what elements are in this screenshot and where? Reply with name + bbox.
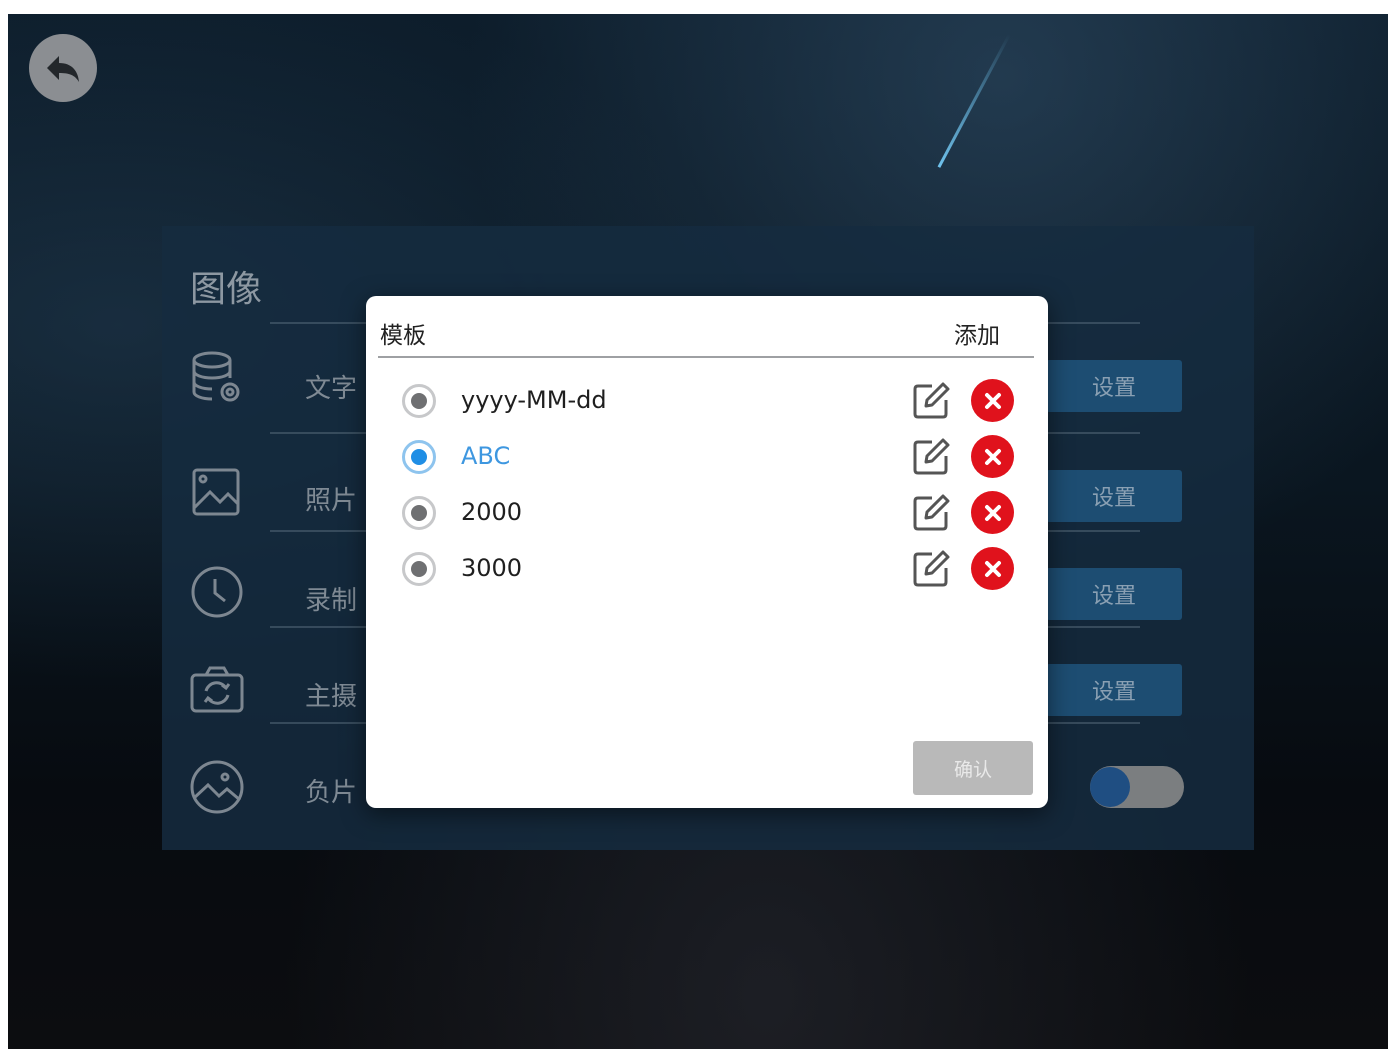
app-screen: 图像 文字 设置 照片 设置 录制 设置 主摄 设置 负片 模板 添加 yyyy… <box>8 14 1388 1049</box>
template-option[interactable]: ABC <box>366 430 1048 486</box>
radio-button-selected[interactable] <box>402 440 436 474</box>
row-label-main-camera: 主摄 <box>305 682 358 712</box>
clock-icon <box>191 566 243 618</box>
confirm-button[interactable]: 确认 <box>913 741 1033 795</box>
template-option[interactable]: yyyy-MM-dd <box>366 374 1048 430</box>
toggle-knob <box>1090 767 1130 807</box>
radio-button[interactable] <box>402 552 436 586</box>
option-label: 3000 <box>461 554 523 582</box>
dialog-divider <box>378 356 1034 358</box>
close-icon <box>984 392 1001 409</box>
close-icon <box>984 560 1001 577</box>
image-icon <box>192 468 240 516</box>
radio-button[interactable] <box>402 496 436 530</box>
option-label: yyyy-MM-dd <box>461 386 607 414</box>
delete-icon[interactable] <box>971 435 1014 478</box>
background-meteor <box>937 34 1011 168</box>
delete-icon[interactable] <box>971 547 1014 590</box>
option-label: 2000 <box>461 498 523 526</box>
edit-icon[interactable] <box>910 548 952 590</box>
row-label-record: 录制 <box>305 586 358 616</box>
row-label-text: 文字 <box>305 374 358 404</box>
row-label-negative: 负片 <box>305 778 358 808</box>
template-dialog: 模板 添加 yyyy-MM-dd ABC 2000 3000 确认 <box>366 296 1048 808</box>
photo-setting-button[interactable]: 设置 <box>1046 470 1182 522</box>
template-option[interactable]: 3000 <box>366 542 1048 598</box>
add-button[interactable]: 添加 <box>954 316 1000 350</box>
row-label-photo: 照片 <box>305 486 358 516</box>
delete-icon[interactable] <box>971 379 1014 422</box>
edit-icon[interactable] <box>910 436 952 478</box>
close-icon <box>984 504 1001 521</box>
panel-title: 图像 <box>190 269 263 310</box>
camera-switch-icon <box>190 666 244 713</box>
record-setting-button[interactable]: 设置 <box>1046 568 1182 620</box>
option-label: ABC <box>461 442 511 470</box>
close-icon <box>984 448 1001 465</box>
template-option[interactable]: 2000 <box>366 486 1048 542</box>
delete-icon[interactable] <box>971 491 1014 534</box>
picture-circle-icon <box>190 760 244 814</box>
back-arrow-icon <box>47 56 79 82</box>
back-button[interactable] <box>29 34 97 102</box>
radio-button[interactable] <box>402 384 436 418</box>
edit-icon[interactable] <box>910 492 952 534</box>
database-icon <box>192 351 240 402</box>
main-camera-setting-button[interactable]: 设置 <box>1046 664 1182 716</box>
text-setting-button[interactable]: 设置 <box>1046 360 1182 412</box>
negative-toggle[interactable] <box>1090 766 1184 808</box>
dialog-title: 模板 <box>380 323 426 349</box>
edit-icon[interactable] <box>910 380 952 422</box>
